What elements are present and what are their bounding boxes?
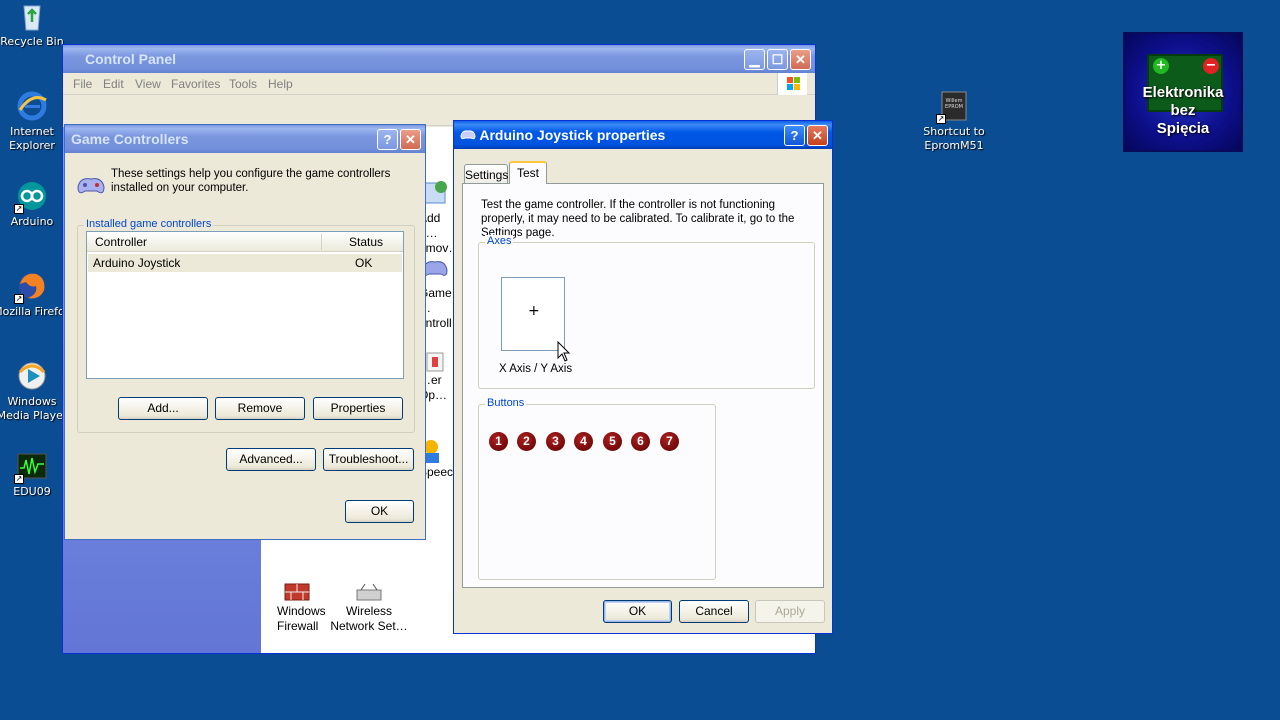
windows-flag-icon xyxy=(777,73,807,95)
test-description: Test the game controller. If the control… xyxy=(481,199,795,239)
game-controllers-title: Game Controllers xyxy=(71,131,189,147)
button-indicator-1: 1 xyxy=(489,432,508,451)
button-indicator-3: 3 xyxy=(546,432,565,451)
controllers-list[interactable]: Controller Status Arduino Joystick OK xyxy=(86,231,404,379)
shortcut-arrow-icon: ↗ xyxy=(14,474,24,484)
axes-group: Axes + X Axis / Y Axis xyxy=(478,235,815,389)
close-button[interactable]: ✕ xyxy=(790,49,811,70)
column-status[interactable]: Status xyxy=(349,235,383,249)
controller-status: OK xyxy=(355,256,373,270)
game-controllers-description: These settings help you configure the ga… xyxy=(111,168,391,194)
joystick-properties-titlebar[interactable]: Arduino Joystick properties ? ✕ xyxy=(454,121,832,149)
xy-axis-caption: X Axis / Y Axis xyxy=(499,363,573,375)
mouse-cursor-icon xyxy=(557,341,571,362)
buttons-group: Buttons 1 2 3 4 5 6 7 xyxy=(478,397,716,580)
oscilloscope-icon: ↗ xyxy=(14,450,48,484)
desktop-icon-eprom-shortcut[interactable]: Willem EPROM ↗ Shortcut to EpromM51 xyxy=(914,90,994,153)
controllers-list-header: Controller Status xyxy=(87,232,403,252)
properties-button[interactable]: Properties xyxy=(313,397,403,420)
close-button[interactable]: ✕ xyxy=(400,129,421,150)
menu-help[interactable]: Help xyxy=(268,77,293,91)
control-panel-titlebar[interactable]: Control Panel ▁ ☐ ✕ xyxy=(63,45,815,73)
shortcut-arrow-icon: ↗ xyxy=(14,204,24,214)
logo-line-1: Elektronika xyxy=(1142,84,1224,101)
eprom-chip-text: Willem EPROM xyxy=(945,98,963,110)
elektronika-logo: + − Elektronika bez Spięcia xyxy=(1123,32,1243,152)
add-button[interactable]: Add... xyxy=(118,397,208,420)
table-row[interactable]: Arduino Joystick OK xyxy=(88,254,402,272)
menu-edit[interactable]: Edit xyxy=(103,77,124,91)
game-controllers-titlebar[interactable]: Game Controllers ? ✕ xyxy=(65,125,425,153)
joystick-properties-title: Arduino Joystick properties xyxy=(479,127,666,143)
firewall-icon xyxy=(281,582,313,602)
media-player-icon xyxy=(16,360,48,392)
arduino-icon: ↗ xyxy=(14,180,48,214)
button-indicator-5: 5 xyxy=(603,432,622,451)
button-indicator-7: 7 xyxy=(660,432,679,451)
control-panel-title: Control Panel xyxy=(85,51,177,67)
shortcut-arrow-icon: ↗ xyxy=(14,294,24,304)
button-indicator-6: 6 xyxy=(631,432,650,451)
axes-label: Axes xyxy=(485,235,514,247)
advanced-button[interactable]: Advanced... xyxy=(226,448,316,471)
help-button[interactable]: ? xyxy=(377,129,398,150)
cp-item-label: Wireless Network Set… xyxy=(330,604,408,633)
logo-plus-icon: + xyxy=(1153,58,1169,74)
desktop-icon-recycle-bin[interactable]: Recycle Bin xyxy=(0,0,72,49)
recycle-bin-icon xyxy=(16,0,48,32)
buttons-label: Buttons xyxy=(485,397,527,409)
cp-item-label: Windows Firewall xyxy=(277,604,326,633)
remove-button[interactable]: Remove xyxy=(215,397,305,420)
button-indicators: 1 2 3 4 5 6 7 xyxy=(489,432,689,452)
xy-axis-box: + xyxy=(501,277,565,351)
minimize-button[interactable]: ▁ xyxy=(744,49,765,70)
ok-button[interactable]: OK xyxy=(345,500,414,523)
gamepad-icon xyxy=(75,169,107,201)
shortcut-arrow-icon: ↗ xyxy=(936,114,946,124)
eprom-chip-icon: Willem EPROM ↗ xyxy=(936,90,970,124)
cp-item-windows-firewall[interactable]: Windows Firewall xyxy=(257,582,337,634)
button-indicator-2: 2 xyxy=(517,432,536,451)
ok-button[interactable]: OK xyxy=(603,600,672,623)
installed-controllers-label: Installed game controllers xyxy=(84,218,214,230)
tab-settings[interactable]: Settings xyxy=(464,164,508,185)
gamepad-icon xyxy=(460,122,476,150)
tab-test[interactable]: Test xyxy=(509,161,547,184)
logo-line-2: bez xyxy=(1170,102,1196,119)
menu-view[interactable]: View xyxy=(135,77,161,91)
logo-minus-icon: − xyxy=(1203,58,1219,74)
column-controller[interactable]: Controller xyxy=(95,235,147,249)
maximize-button[interactable]: ☐ xyxy=(767,49,788,70)
cancel-button[interactable]: Cancel xyxy=(679,600,749,623)
logo-text: Elektronika bez Spięcia xyxy=(1125,84,1241,138)
menu-favorites[interactable]: Favorites xyxy=(171,77,220,91)
firefox-icon: ↗ xyxy=(14,270,48,304)
crosshair-icon: + xyxy=(528,303,540,319)
game-controllers-dialog: Game Controllers ? ✕ These settings help… xyxy=(64,124,426,540)
help-button[interactable]: ? xyxy=(784,125,805,146)
wireless-network-icon xyxy=(353,582,385,602)
menu-bar: File Edit View Favorites Tools Help xyxy=(63,73,815,95)
test-tab-panel: Test the game controller. If the control… xyxy=(462,183,824,588)
internet-explorer-icon xyxy=(16,90,48,122)
logo-line-3: Spięcia xyxy=(1156,120,1210,137)
cp-item-wireless-network[interactable]: Wireless Network Set… xyxy=(329,582,409,634)
controller-name: Arduino Joystick xyxy=(93,256,181,270)
troubleshoot-button[interactable]: Troubleshoot... xyxy=(323,448,414,471)
button-indicator-4: 4 xyxy=(574,432,593,451)
menu-tools[interactable]: Tools xyxy=(229,77,257,91)
apply-button[interactable]: Apply xyxy=(755,600,825,623)
menu-file[interactable]: File xyxy=(73,77,92,91)
desktop-icon-label: Shortcut to EpromM51 xyxy=(923,125,985,152)
close-button[interactable]: ✕ xyxy=(807,125,828,146)
joystick-properties-dialog: Arduino Joystick properties ? ✕ Settings… xyxy=(453,120,833,634)
